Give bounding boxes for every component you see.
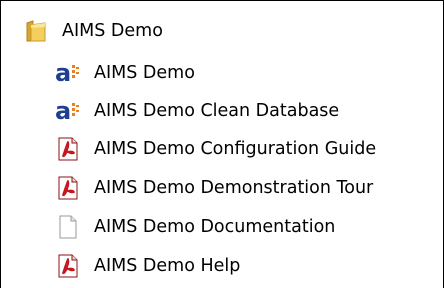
folder-aims-demo[interactable]: AIMS Demo — [21, 11, 163, 51]
menu-item-label: AIMS Demo Demonstration Tour — [94, 178, 374, 198]
folder-label: AIMS Demo — [62, 21, 163, 41]
menu-item-label: AIMS Demo Clean Database — [94, 101, 340, 121]
menu-item-aims-demo-help[interactable]: AIMS Demo Help — [53, 246, 240, 286]
aimms-app-icon: a — [53, 96, 83, 126]
menu-item-aims-demo-clean-database[interactable]: a AIMS Demo Clean Database — [53, 91, 339, 131]
menu-item-label: AIMS Demo Configuration Guide — [94, 139, 377, 159]
svg-text:a: a — [55, 98, 71, 124]
svg-text:a: a — [55, 60, 71, 86]
start-menu-folder-panel: AIMS Demo a AIMS Demo a AIMS Demo Clean … — [0, 0, 444, 288]
pdf-icon — [53, 134, 83, 164]
menu-item-aims-demo-documentation[interactable]: AIMS Demo Documentation — [53, 207, 335, 247]
menu-item-label: AIMS Demo — [94, 63, 195, 83]
menu-item-aims-demo-demonstration-tour[interactable]: AIMS Demo Demonstration Tour — [53, 168, 373, 208]
aimms-app-icon: a — [53, 58, 83, 88]
menu-item-label: AIMS Demo Help — [94, 256, 241, 276]
menu-item-label: AIMS Demo Documentation — [94, 217, 336, 237]
blank-document-icon — [53, 212, 83, 242]
pdf-icon — [53, 251, 83, 281]
menu-item-aims-demo-configuration-guide[interactable]: AIMS Demo Configuration Guide — [53, 129, 376, 169]
pdf-icon — [53, 173, 83, 203]
folder-icon — [21, 16, 51, 46]
menu-item-aims-demo[interactable]: a AIMS Demo — [53, 53, 195, 93]
